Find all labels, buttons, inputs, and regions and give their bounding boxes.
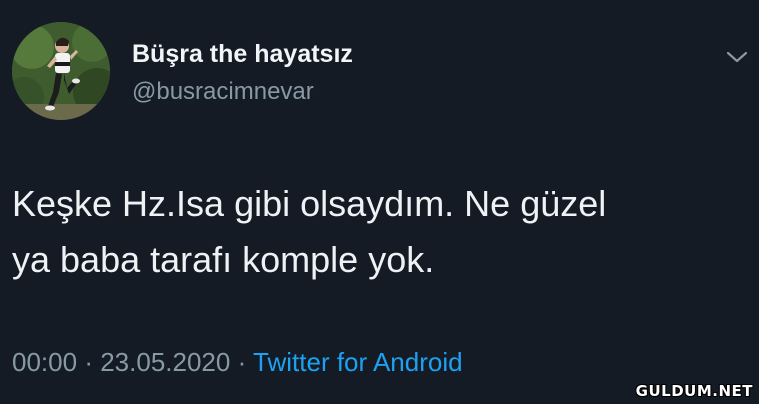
meta-separator: ·	[84, 347, 93, 377]
tweet-meta: 00:00 · 23.05.2020 · Twitter for Android	[12, 347, 463, 378]
tweet-text: Keşke Hz.Isa gibi olsaydım. Ne güzel ya …	[12, 176, 742, 288]
tweet-time[interactable]: 00:00	[12, 347, 77, 377]
author-handle[interactable]: @busracimnevar	[132, 78, 314, 106]
author-display-name[interactable]: Büşra the hayatsız	[132, 40, 353, 69]
avatar-photo	[12, 22, 110, 120]
tweet-date[interactable]: 23.05.2020	[100, 347, 230, 377]
tweet-text-line: ya baba tarafı komple yok.	[12, 239, 435, 280]
watermark: GULDUM.NET	[635, 382, 753, 400]
tweet-text-line: Keşke Hz.Isa gibi olsaydım. Ne güzel	[12, 183, 607, 224]
avatar[interactable]	[12, 22, 110, 120]
tweet-card: Büşra the hayatsız @busracimnevar Keşke …	[0, 0, 759, 404]
chevron-down-icon[interactable]	[723, 46, 751, 68]
meta-separator: ·	[237, 347, 247, 377]
tweet-source-link[interactable]: Twitter for Android	[253, 347, 463, 377]
